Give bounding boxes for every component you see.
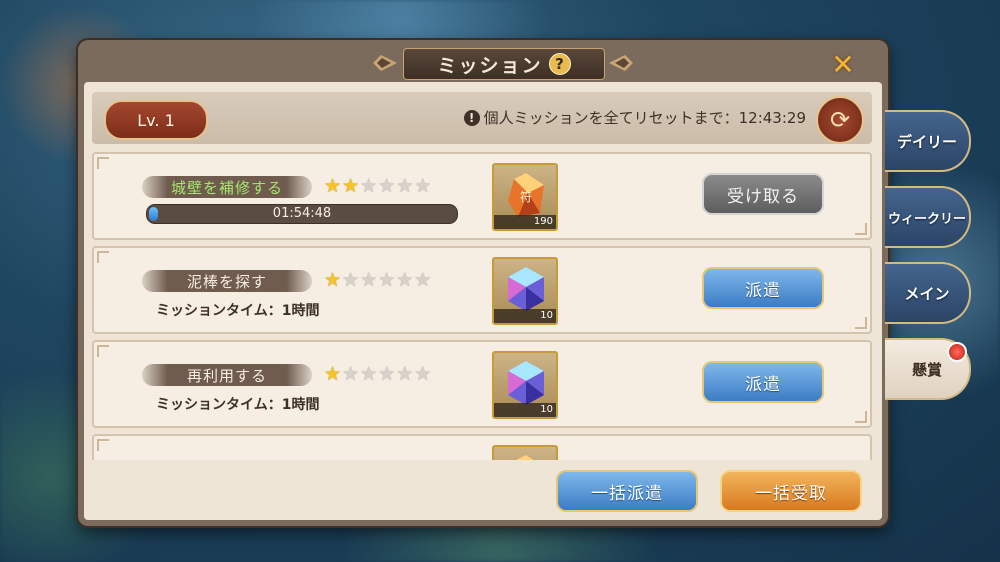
title-plate: ミッション ?	[403, 48, 605, 80]
svg-text:符: 符	[520, 189, 532, 204]
reward-item[interactable]: 10	[492, 351, 558, 419]
reset-timer-text: 個人ミッションを全てリセットまで：12:43:29	[483, 109, 806, 127]
mission-dialog: ミッション ? ✕ Lv. 1 ! 個人ミッションを全てリセットまで：12:43…	[78, 40, 888, 526]
blue-crystal-icon	[508, 267, 544, 311]
reward-quantity: 190	[494, 215, 556, 229]
orange-crystal-icon	[516, 455, 534, 460]
star-empty-icon: ★	[414, 175, 432, 197]
close-icon[interactable]: ✕	[828, 48, 858, 81]
tab-bounty[interactable]: 懸賞	[885, 338, 971, 400]
mission-row: 城壁を補修する ★ ★ ★ ★ ★ ★ 01:54:48 符 190 受け取る	[92, 152, 872, 240]
star-empty-icon: ★	[378, 175, 396, 197]
reward-item[interactable]	[492, 445, 558, 460]
tab-weekly[interactable]: ウィークリー	[885, 186, 971, 248]
help-icon[interactable]: ?	[548, 53, 571, 75]
star-filled-icon: ★	[324, 363, 342, 385]
star-filled-icon: ★	[324, 269, 342, 291]
level-bar: Lv. 1 ! 個人ミッションを全てリセットまで：12:43:29 ⟳	[92, 92, 872, 144]
notification-dot	[947, 342, 967, 362]
mission-name: 泥棒を探す	[142, 270, 312, 292]
star-filled-icon: ★	[324, 175, 342, 197]
star-rating: ★ ★ ★ ★ ★ ★	[324, 176, 431, 196]
title-ornament-left-icon	[373, 55, 397, 71]
title-bar: ミッション ?	[373, 46, 633, 80]
mission-time: ミッションタイム：1時間	[156, 397, 320, 413]
refresh-button[interactable]: ⟳	[816, 96, 864, 144]
dialog-title: ミッション	[437, 54, 543, 77]
mission-progress-bar: 01:54:48	[146, 204, 458, 224]
tab-daily[interactable]: デイリー	[885, 110, 971, 172]
mission-time: ミッションタイム：1時間	[156, 303, 320, 319]
star-empty-icon: ★	[360, 363, 378, 385]
bulk-dispatch-button[interactable]: 一括派遣	[556, 470, 698, 512]
claim-button[interactable]: 受け取る	[702, 173, 824, 215]
progress-timer: 01:54:48	[272, 206, 332, 221]
title-ornament-right-icon	[609, 55, 633, 71]
mission-row: 泥棒を探す ★ ★ ★ ★ ★ ★ ミッションタイム：1時間 10 派遣	[92, 246, 872, 334]
dispatch-button[interactable]: 派遣	[702, 361, 824, 403]
reward-quantity: 10	[494, 403, 556, 417]
star-empty-icon: ★	[360, 269, 378, 291]
orange-crystal-icon: 符	[508, 173, 544, 217]
mission-list[interactable]: 城壁を補修する ★ ★ ★ ★ ★ ★ 01:54:48 符 190 受け取る 泥棒を探す…	[92, 152, 872, 460]
bulk-claim-button[interactable]: 一括受取	[720, 470, 862, 512]
star-filled-icon: ★	[342, 175, 360, 197]
star-empty-icon: ★	[396, 363, 414, 385]
mission-row: 再利用する ★ ★ ★ ★ ★ ★ ミッションタイム：1時間 10 派遣	[92, 340, 872, 428]
tab-main[interactable]: メイン	[885, 262, 971, 324]
alert-icon: !	[463, 109, 480, 126]
star-empty-icon: ★	[396, 175, 414, 197]
blue-crystal-icon	[508, 361, 544, 405]
star-empty-icon: ★	[342, 269, 360, 291]
level-badge: Lv. 1	[104, 100, 208, 140]
star-empty-icon: ★	[414, 269, 432, 291]
mission-name: 再利用する	[142, 364, 312, 386]
star-empty-icon: ★	[360, 175, 378, 197]
star-rating: ★ ★ ★ ★ ★ ★	[324, 364, 431, 384]
star-empty-icon: ★	[378, 269, 396, 291]
star-empty-icon: ★	[378, 363, 396, 385]
reward-item[interactable]: 10	[492, 257, 558, 325]
star-empty-icon: ★	[414, 363, 432, 385]
reward-quantity: 10	[494, 309, 556, 323]
mission-row-partial	[92, 434, 872, 460]
reward-item[interactable]: 符 190	[492, 163, 558, 231]
reset-timer: ! 個人ミッションを全てリセットまで：12:43:29	[463, 107, 806, 128]
star-empty-icon: ★	[396, 269, 414, 291]
star-empty-icon: ★	[342, 363, 360, 385]
mission-name: 城壁を補修する	[142, 176, 312, 198]
star-rating: ★ ★ ★ ★ ★ ★	[324, 270, 431, 290]
dispatch-button[interactable]: 派遣	[702, 267, 824, 309]
tab-bounty-label: 懸賞	[911, 360, 942, 379]
